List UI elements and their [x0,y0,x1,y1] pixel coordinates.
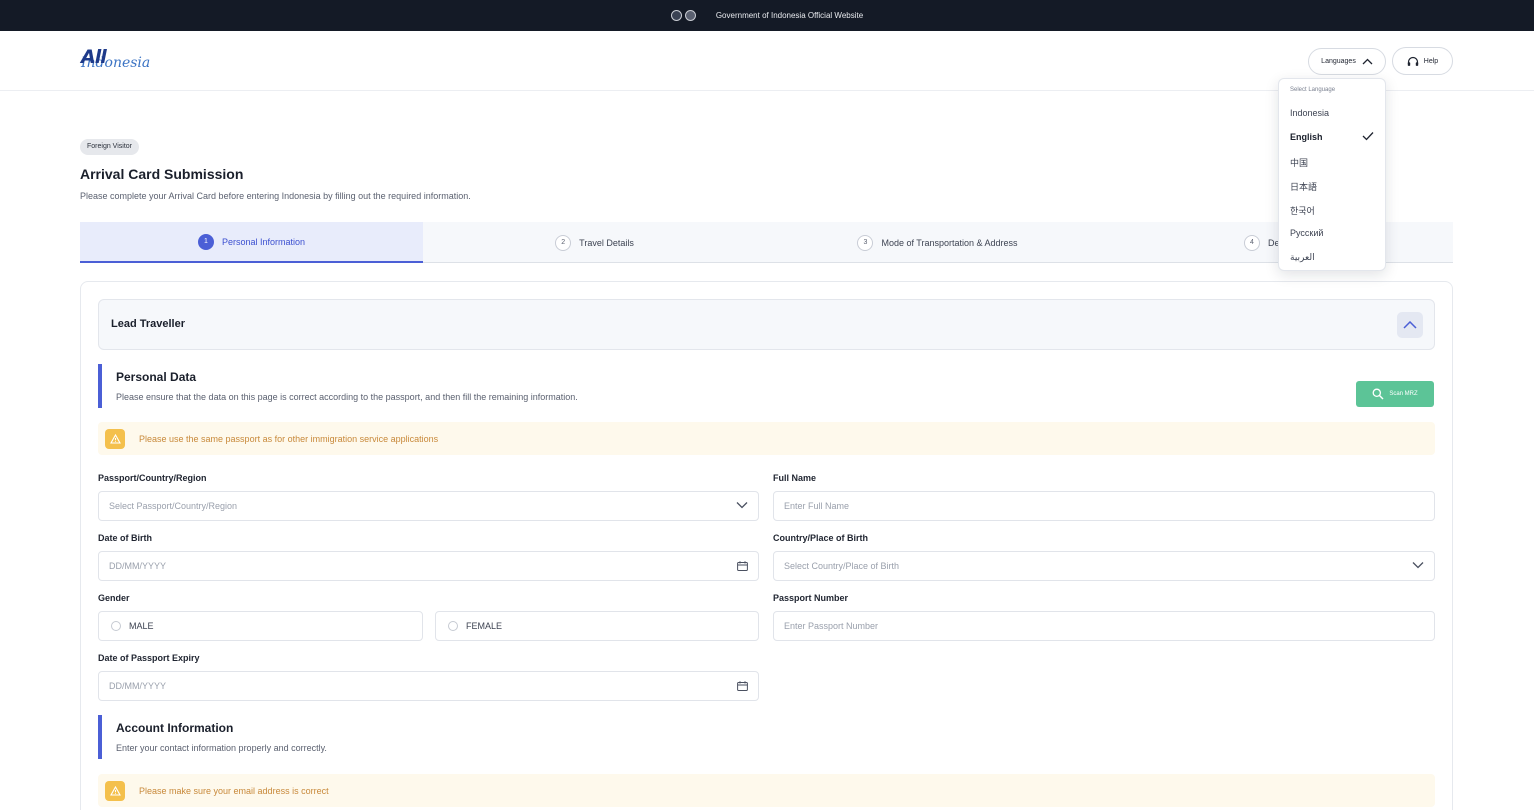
step-travel-details[interactable]: 2 Travel Details [423,222,766,263]
account-information-section: Account Information Enter your contact i… [98,715,327,759]
chevron-up-icon [1403,321,1417,329]
passport-alert: Please use the same passport as for othe… [98,422,1435,455]
step-transportation-address[interactable]: 3 Mode of Transportation & Address [766,222,1109,263]
birth-place-select[interactable]: Select Country/Place of Birth [773,551,1435,581]
email-alert-text: Please make sure your email address is c… [139,785,329,796]
search-icon [1372,388,1384,400]
step-label: Mode of Transportation & Address [881,237,1018,248]
personal-data-section: Personal Data Please ensure that the dat… [98,364,578,408]
step-number: 1 [197,233,214,250]
full-name-label: Full Name [773,473,817,483]
gov-bar-text: Government of Indonesia Official Website [715,11,864,20]
dob-input[interactable]: DD/MM/YYYY [98,551,759,581]
language-option-korean[interactable]: 한국어 [1290,204,1376,217]
chevron-down-icon [1412,562,1424,569]
passport-expiry-placeholder: DD/MM/YYYY [109,681,167,691]
page-title: Arrival Card Submission [80,166,244,182]
full-name-placeholder: Enter Full Name [784,501,850,511]
calendar-icon[interactable] [737,561,748,571]
gov-emblems [670,10,696,21]
headset-icon [1407,56,1418,66]
birth-place-label: Country/Place of Birth [773,533,869,543]
lead-traveller-header[interactable]: Lead Traveller [98,299,1435,350]
lead-traveller-title: Lead Traveller [111,318,185,330]
gender-male-label: MALE [129,621,154,631]
dob-placeholder: DD/MM/YYYY [109,561,167,571]
radio-circle [448,621,458,631]
warning-icon [105,428,125,449]
full-name-input[interactable]: Enter Full Name [773,491,1435,521]
radio-circle [111,621,121,631]
garuda-emblem-icon [670,10,682,21]
gender-male-radio[interactable]: MALE [98,611,423,641]
personal-data-title: Personal Data [116,370,197,384]
gender-label: Gender [98,593,130,603]
language-option-indonesia[interactable]: Indonesia [1290,108,1376,118]
step-personal-information[interactable]: 1 Personal Information [80,222,423,263]
passport-country-placeholder: Select Passport/Country/Region [109,501,238,511]
dob-label: Date of Birth [98,533,152,543]
gender-female-label: FEMALE [466,621,503,631]
language-option-japanese[interactable]: 日本語 [1290,180,1376,193]
scan-mrz-button[interactable]: Scan MRZ [1356,381,1434,407]
chevron-up-icon [1362,58,1373,65]
gov-bar: Government of Indonesia Official Website [0,0,1534,31]
languages-label: Languages [1321,58,1356,65]
all-indonesia-logo[interactable]: Indonesia All [81,46,161,76]
passport-expiry-label: Date of Passport Expiry [98,653,200,663]
personal-data-description: Please ensure that the data on this page… [116,392,578,402]
ministry-emblem-icon [684,10,696,21]
logo-primary: All [81,46,107,68]
help-label: Help [1423,57,1439,65]
check-icon [1362,132,1374,141]
calendar-icon[interactable] [737,681,748,691]
email-alert: Please make sure your email address is c… [98,774,1435,807]
account-information-title: Account Information [116,721,234,735]
birth-place-placeholder: Select Country/Place of Birth [784,561,900,571]
visitor-type-badge: Foreign Visitor [80,139,140,155]
collapse-button[interactable] [1397,312,1423,338]
passport-country-select[interactable]: Select Passport/Country/Region [98,491,759,521]
passport-number-placeholder: Enter Passport Number [784,621,879,631]
page-description: Please complete your Arrival Card before… [80,191,471,201]
gender-female-radio[interactable]: FEMALE [435,611,759,641]
step-number: 3 [857,234,874,251]
step-label: Travel Details [579,237,634,248]
passport-country-label: Passport/Country/Region [98,473,207,483]
passport-expiry-input[interactable]: DD/MM/YYYY [98,671,759,701]
language-dropdown-heading: Select Language [1290,87,1336,93]
form-stepper: 1 Personal Information 2 Travel Details … [80,222,1453,263]
warning-icon [105,780,125,801]
chevron-down-icon [736,502,748,509]
passport-alert-text: Please use the same passport as for othe… [139,433,439,444]
passport-number-input[interactable]: Enter Passport Number [773,611,1435,641]
step-number: 2 [555,234,572,251]
language-option-chinese[interactable]: 中国 [1290,156,1376,169]
step-number: 4 [1244,234,1260,251]
language-option-russian[interactable]: Русский [1290,228,1376,238]
passport-number-label: Passport Number [773,593,849,603]
language-dropdown: Select Language Indonesia English 中国 日本語… [1278,78,1386,271]
help-button[interactable]: Help [1392,47,1453,75]
language-option-arabic[interactable]: العربية [1290,252,1376,263]
languages-button[interactable]: Languages [1308,48,1386,75]
scan-mrz-label: Scan MRZ [1389,391,1418,397]
account-information-description: Enter your contact information properly … [116,743,327,753]
step-label: Personal Information [221,236,306,247]
